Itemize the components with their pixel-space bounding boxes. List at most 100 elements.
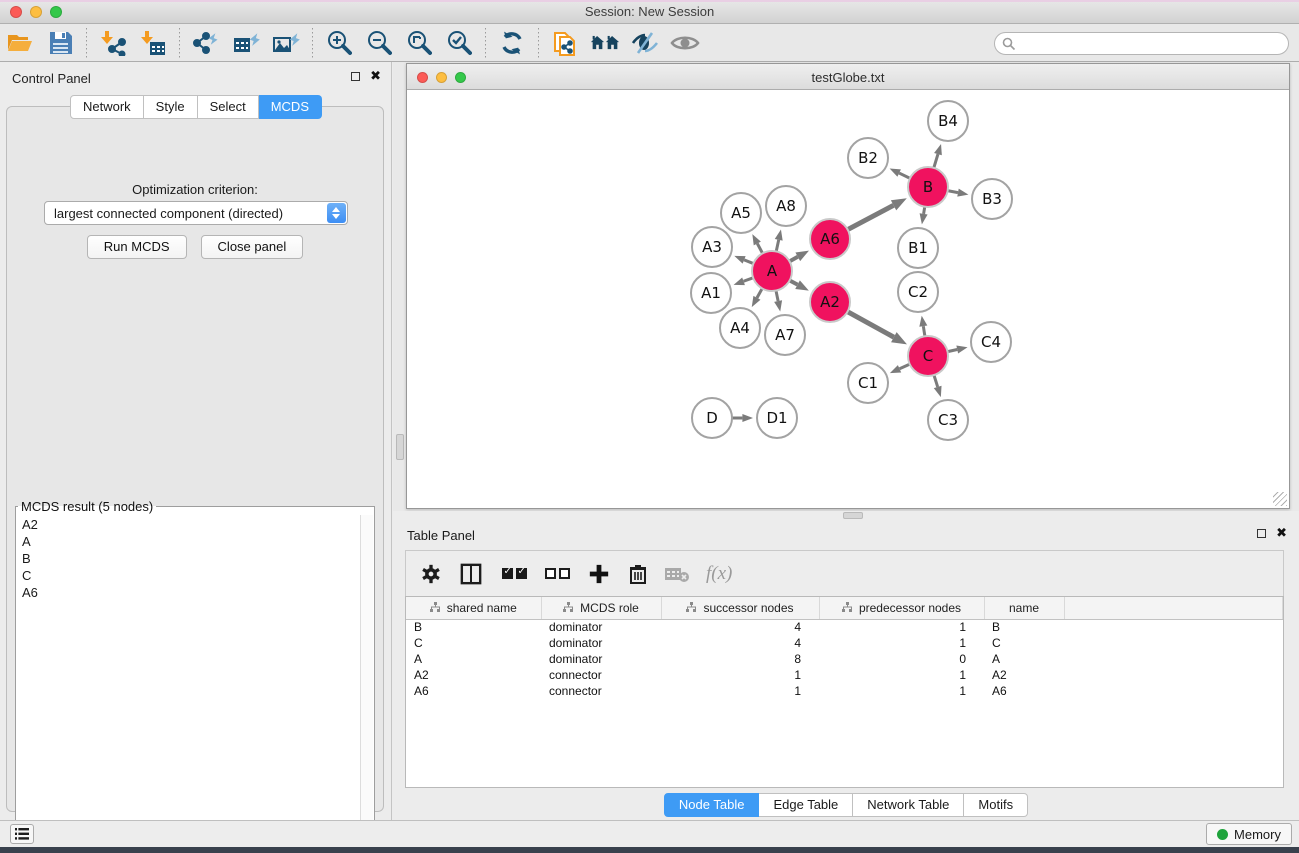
table-row[interactable]: A2connector11A2 <box>406 667 1283 683</box>
column-header-predecessor-nodes[interactable]: predecessor nodes <box>819 597 984 619</box>
tab-select[interactable]: Select <box>198 95 259 119</box>
import-table-button[interactable] <box>138 28 168 58</box>
graph-node-B[interactable]: B <box>907 166 949 208</box>
tab-style[interactable]: Style <box>144 95 198 119</box>
network-window-titlebar[interactable]: testGlobe.txt <box>407 64 1289 90</box>
float-table-panel-icon[interactable] <box>1257 529 1266 538</box>
home-network-button[interactable] <box>590 28 620 58</box>
table-cell[interactable]: 4 <box>661 619 819 635</box>
result-scrollbar[interactable] <box>360 515 373 837</box>
table-cell[interactable]: 1 <box>661 683 819 699</box>
zoom-fit-button[interactable] <box>404 28 434 58</box>
hide-panels-button[interactable] <box>630 28 660 58</box>
function-builder-button[interactable]: f(x) <box>706 563 732 585</box>
horizontal-splitter-grip[interactable] <box>843 512 863 519</box>
graph-node-A6[interactable]: A6 <box>809 218 851 260</box>
graph-edge[interactable] <box>847 205 894 230</box>
horizontal-splitter[interactable] <box>393 511 1299 520</box>
column-header-successor-nodes[interactable]: successor nodes <box>661 597 819 619</box>
open-file-button[interactable] <box>5 28 35 58</box>
table-cell[interactable]: A6 <box>984 683 1064 699</box>
save-session-button[interactable] <box>45 28 75 58</box>
import-network-button[interactable] <box>98 28 128 58</box>
close-table-panel-icon[interactable]: ✖ <box>1276 528 1287 538</box>
mcds-result-item[interactable]: A6 <box>18 584 358 601</box>
table-cell[interactable]: A2 <box>984 667 1064 683</box>
table-cell[interactable]: A6 <box>406 683 541 699</box>
memory-button[interactable]: Memory <box>1206 823 1292 845</box>
table-cell[interactable]: connector <box>541 667 661 683</box>
table-cell[interactable]: dominator <box>541 635 661 651</box>
mcds-result-list[interactable]: A2ABCA6 <box>18 516 358 836</box>
table-cell[interactable]: B <box>406 619 541 635</box>
tab-network-table[interactable]: Network Table <box>853 793 964 817</box>
table-cell[interactable]: 1 <box>819 619 984 635</box>
table-cell[interactable]: C <box>406 635 541 651</box>
table-cell[interactable]: 1 <box>819 635 984 651</box>
close-panel-button[interactable]: Close panel <box>201 235 304 259</box>
toggle-panel-columns-button[interactable] <box>460 563 482 585</box>
search-input[interactable] <box>1021 34 1281 53</box>
graph-node-C[interactable]: C <box>907 335 949 377</box>
mcds-result-item[interactable]: A <box>18 533 358 550</box>
graph-node-A5[interactable]: A5 <box>720 192 762 234</box>
resize-grip-icon[interactable] <box>1273 492 1287 506</box>
table-row[interactable]: A6connector11A6 <box>406 683 1283 699</box>
graph-node-A7[interactable]: A7 <box>764 314 806 356</box>
table-cell[interactable]: dominator <box>541 651 661 667</box>
table-row[interactable]: Cdominator41C <box>406 635 1283 651</box>
table-cell[interactable]: B <box>984 619 1064 635</box>
graph-node-C4[interactable]: C4 <box>970 321 1012 363</box>
zoom-in-button[interactable] <box>324 28 354 58</box>
tab-motifs[interactable]: Motifs <box>964 793 1028 817</box>
table-cell[interactable]: 1 <box>819 667 984 683</box>
table-cell[interactable]: C <box>984 635 1064 651</box>
show-panels-button[interactable] <box>670 28 700 58</box>
graph-node-C3[interactable]: C3 <box>927 399 969 441</box>
mcds-result-item[interactable]: A2 <box>18 516 358 533</box>
run-mcds-button[interactable]: Run MCDS <box>87 235 187 259</box>
tab-edge-table[interactable]: Edge Table <box>759 793 853 817</box>
graph-node-A4[interactable]: A4 <box>719 307 761 349</box>
table-cell[interactable]: A <box>406 651 541 667</box>
table-row[interactable]: Adominator80A <box>406 651 1283 667</box>
graph-node-D1[interactable]: D1 <box>756 397 798 439</box>
graph-node-A2[interactable]: A2 <box>809 281 851 323</box>
table-row[interactable]: Bdominator41B <box>406 619 1283 635</box>
criterion-select[interactable]: largest connected component (directed) <box>44 201 348 225</box>
graph-node-B4[interactable]: B4 <box>927 100 969 142</box>
table-cell[interactable]: 0 <box>819 651 984 667</box>
table-cell[interactable]: A2 <box>406 667 541 683</box>
mcds-result-item[interactable]: C <box>18 567 358 584</box>
table-header-row[interactable]: shared nameMCDS rolesuccessor nodesprede… <box>406 597 1283 619</box>
duplicate-network-button[interactable] <box>550 28 580 58</box>
delete-column-button[interactable] <box>628 563 648 585</box>
column-header-MCDS-role[interactable]: MCDS role <box>541 597 661 619</box>
export-table-button[interactable] <box>231 28 261 58</box>
create-column-button[interactable] <box>588 563 610 585</box>
table-settings-button[interactable] <box>420 563 442 585</box>
refresh-button[interactable] <box>497 28 527 58</box>
column-header-shared-name[interactable]: shared name <box>406 597 541 619</box>
close-panel-icon[interactable]: ✖ <box>370 71 381 81</box>
graph-node-A1[interactable]: A1 <box>690 272 732 314</box>
graph-edge[interactable] <box>934 374 938 387</box>
table-cell[interactable]: A <box>984 651 1064 667</box>
graph-node-B3[interactable]: B3 <box>971 178 1013 220</box>
export-image-button[interactable] <box>271 28 301 58</box>
tab-mcds[interactable]: MCDS <box>259 95 322 119</box>
network-canvas[interactable]: B4B2BB3A5A8A6B1A3AA1C2A2A4A7C4CC1C3DD1 <box>407 90 1289 508</box>
tab-node-table[interactable]: Node Table <box>664 793 760 817</box>
graph-node-A3[interactable]: A3 <box>691 226 733 268</box>
deselect-all-button[interactable] <box>545 568 570 579</box>
node-table[interactable]: shared nameMCDS rolesuccessor nodesprede… <box>405 596 1284 788</box>
graph-node-D[interactable]: D <box>691 397 733 439</box>
graph-node-B2[interactable]: B2 <box>847 137 889 179</box>
zoom-out-button[interactable] <box>364 28 394 58</box>
delete-table-button[interactable] <box>664 564 690 584</box>
tab-network[interactable]: Network <box>70 95 144 119</box>
table-cell[interactable]: dominator <box>541 619 661 635</box>
table-cell[interactable]: 1 <box>661 667 819 683</box>
column-header-name[interactable]: name <box>984 597 1064 619</box>
graph-node-B1[interactable]: B1 <box>897 227 939 269</box>
